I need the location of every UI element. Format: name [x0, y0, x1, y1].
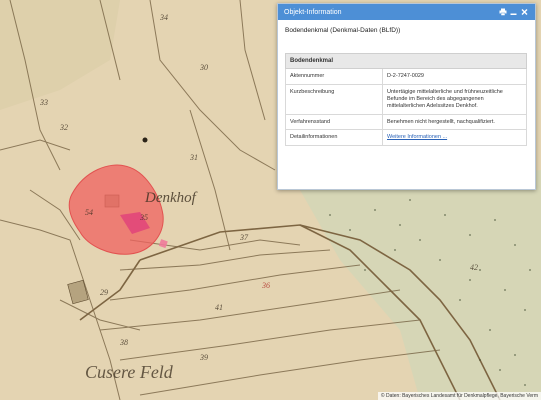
row-key: Aktennummer	[285, 68, 383, 85]
parcel-label: 29	[100, 288, 108, 297]
map-attribution: © Daten: Bayerisches Landesamt für Denkm…	[377, 392, 541, 400]
map-label-feld: Cusere Feld	[85, 362, 174, 382]
parcel-label: 32	[59, 123, 68, 132]
row-value: Weitere Informationen ...	[382, 129, 527, 147]
minimize-icon[interactable]	[509, 7, 518, 17]
table-row: Verfahrensstand Benehmen nicht hergestel…	[285, 113, 527, 131]
info-table: Bodendenkmal Aktennummer D-2-7247-0029 K…	[285, 53, 527, 147]
map-label-denkhof: Denkhof	[144, 190, 198, 206]
parcel-label: 36	[261, 281, 270, 290]
row-value: Untertägige mittelalterliche und frühneu…	[382, 83, 527, 115]
table-row: Detailinformationen Weitere Informatione…	[285, 129, 527, 147]
table-header: Bodendenkmal	[285, 53, 527, 69]
parcel-label: 37	[239, 233, 249, 242]
parcel-label: 30	[199, 63, 208, 72]
row-value: D-2-7247-0029	[382, 68, 527, 85]
table-row: Aktennummer D-2-7247-0029	[285, 68, 527, 85]
parcel-label: 39	[199, 353, 208, 362]
close-icon[interactable]	[520, 7, 529, 17]
row-key: Kurzbeschreibung	[285, 83, 383, 115]
parcel-label: 54	[85, 208, 93, 217]
parcel-label: 33	[39, 98, 48, 107]
parcel-label: 35	[139, 213, 148, 222]
row-key: Detailinformationen	[285, 129, 383, 147]
panel-title: Objekt-Information	[284, 8, 342, 16]
panel-subtitle: Bodendenkmal (Denkmal-Daten (BLfD))	[285, 27, 401, 34]
parcel-label: 38	[119, 338, 128, 347]
more-info-link[interactable]: Weitere Informationen ...	[387, 134, 447, 140]
panel-header: Objekt-Information	[278, 4, 535, 20]
row-key: Verfahrensstand	[285, 113, 383, 131]
parcel-label: 42	[470, 263, 478, 272]
parcel-label: 34	[159, 13, 168, 22]
parcel-label: 31	[189, 153, 198, 162]
table-row: Kurzbeschreibung Untertägige mittelalter…	[285, 83, 527, 115]
row-value: Benehmen nicht hergestellt, nachqualifiz…	[382, 113, 527, 131]
print-icon[interactable]	[498, 7, 507, 17]
object-info-panel: Objekt-Information Bodendenkmal (Denkmal…	[277, 3, 536, 190]
parcel-label: 41	[215, 303, 223, 312]
